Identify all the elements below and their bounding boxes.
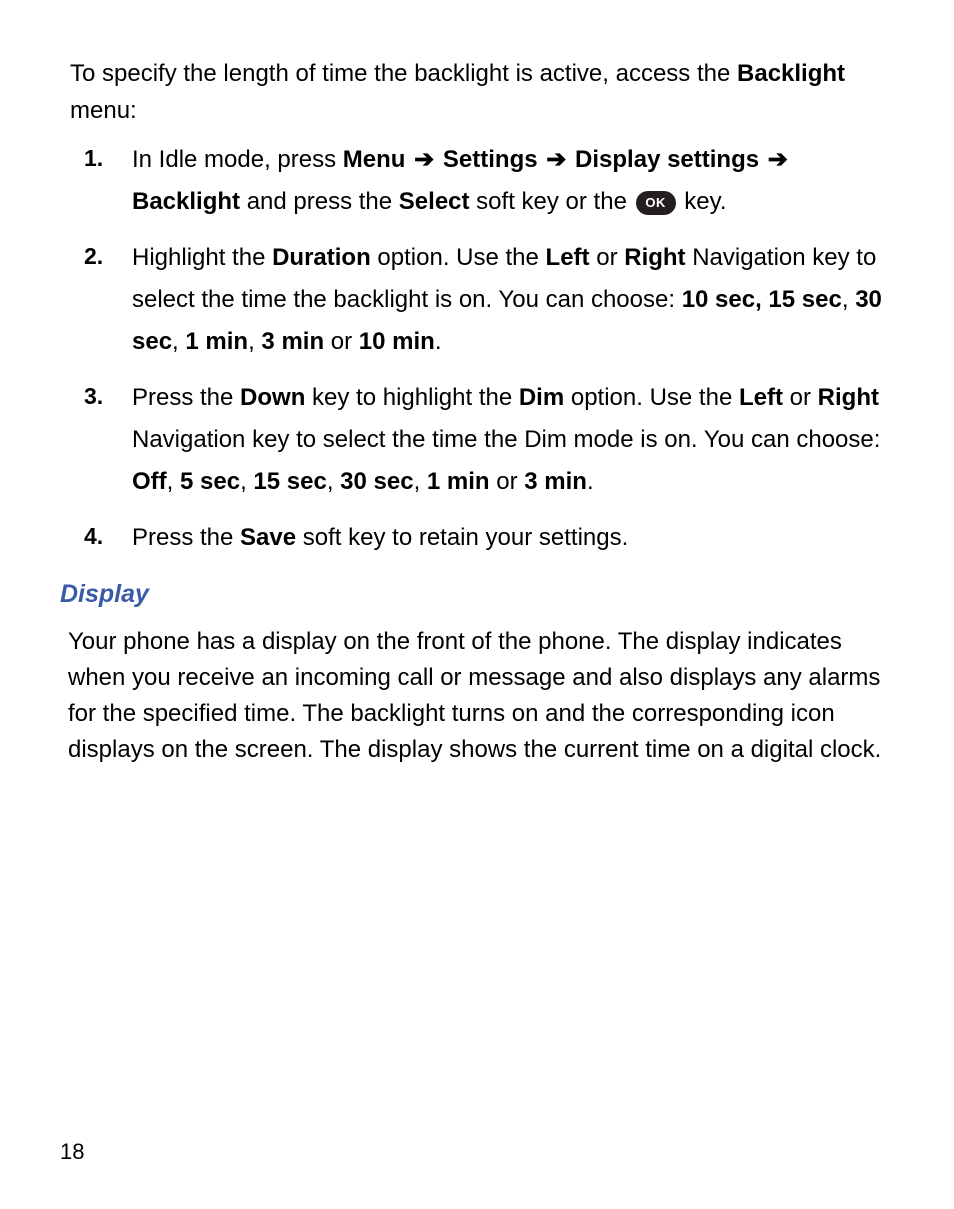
intro-paragraph: To specify the length of time the backli… [70, 55, 894, 129]
bold-text: Menu [343, 146, 406, 173]
page-number: 18 [60, 1135, 84, 1169]
text: option. Use the [371, 244, 546, 271]
arrow-icon: ➔ [761, 146, 788, 173]
text: key. [678, 188, 727, 215]
text: soft key to retain your settings. [296, 524, 628, 551]
text: Navigation key to select the time the Di… [132, 426, 880, 453]
section-heading-display: Display [60, 575, 894, 614]
text: or [490, 468, 525, 495]
intro-pre: To specify the length of time the backli… [70, 60, 737, 87]
bold-text: Select [399, 188, 470, 215]
text: , [167, 468, 180, 495]
bold-text: Off [132, 468, 167, 495]
bold-text: Right [818, 384, 879, 411]
bold-text: 30 sec [340, 468, 413, 495]
intro-bold: Backlight [737, 60, 845, 87]
bold-text: Right [624, 244, 685, 271]
text: , [172, 328, 185, 355]
step-number: 4. [84, 517, 132, 559]
text: soft key or the [470, 188, 634, 215]
bold-text: 5 sec [180, 468, 240, 495]
text: , [327, 468, 340, 495]
bold-text: Dim [519, 384, 564, 411]
arrow-icon: ➔ [540, 146, 573, 173]
text: , [248, 328, 261, 355]
steps-list: 1.In Idle mode, press Menu ➔ Settings ➔ … [84, 139, 894, 559]
bold-text: Display settings [575, 146, 759, 173]
text: , [842, 286, 855, 313]
step-3: 3.Press the Down key to highlight the Di… [84, 377, 894, 503]
step-number: 1. [84, 139, 132, 223]
text: Highlight the [132, 244, 272, 271]
text: In Idle mode, press [132, 146, 343, 173]
bold-text: 10 sec, 15 sec [682, 286, 842, 313]
text: Press the [132, 384, 240, 411]
step-content: Press the Down key to highlight the Dim … [132, 377, 894, 503]
text: or [783, 384, 818, 411]
text: or [324, 328, 359, 355]
display-paragraph: Your phone has a display on the front of… [68, 624, 894, 768]
step-1: 1.In Idle mode, press Menu ➔ Settings ➔ … [84, 139, 894, 223]
bold-text: Down [240, 384, 305, 411]
intro-post: menu: [70, 97, 137, 124]
text: and press the [240, 188, 399, 215]
text: , [240, 468, 253, 495]
bold-text: Left [546, 244, 590, 271]
step-4: 4.Press the Save soft key to retain your… [84, 517, 894, 559]
bold-text: Duration [272, 244, 371, 271]
bold-text: Save [240, 524, 296, 551]
bold-text: 15 sec [253, 468, 326, 495]
ok-key-icon: OK [636, 191, 676, 215]
step-number: 2. [84, 237, 132, 363]
bold-text: 1 min [185, 328, 248, 355]
text: , [414, 468, 427, 495]
step-content: Press the Save soft key to retain your s… [132, 517, 894, 559]
bold-text: Settings [443, 146, 538, 173]
bold-text: 3 min [524, 468, 587, 495]
bold-text: 1 min [427, 468, 490, 495]
text: or [590, 244, 625, 271]
bold-text: Backlight [132, 188, 240, 215]
bold-text: Left [739, 384, 783, 411]
step-2: 2.Highlight the Duration option. Use the… [84, 237, 894, 363]
text: option. Use the [564, 384, 739, 411]
bold-text: 3 min [261, 328, 324, 355]
step-content: In Idle mode, press Menu ➔ Settings ➔ Di… [132, 139, 894, 223]
arrow-icon: ➔ [407, 146, 440, 173]
text: Press the [132, 524, 240, 551]
step-content: Highlight the Duration option. Use the L… [132, 237, 894, 363]
text: key to highlight the [305, 384, 518, 411]
text: . [435, 328, 442, 355]
bold-text: 10 min [359, 328, 435, 355]
step-number: 3. [84, 377, 132, 503]
text: . [587, 468, 594, 495]
